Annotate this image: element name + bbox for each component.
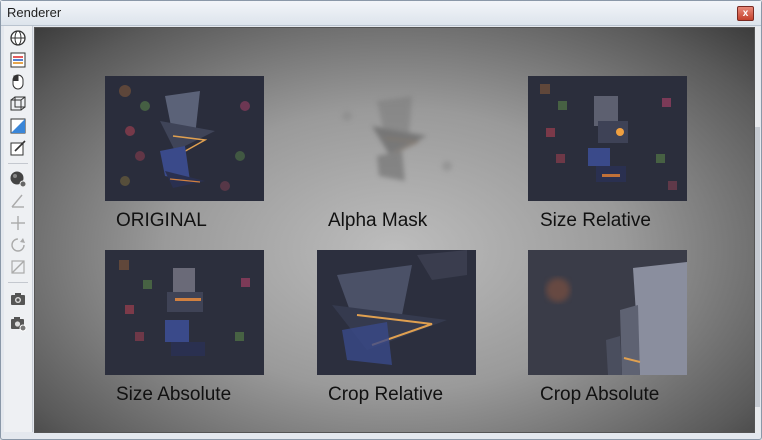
scrollbar-thumb[interactable] — [755, 127, 760, 407]
alpha-mask-thumbnail[interactable] — [317, 76, 476, 201]
panel-label-size-relative: Size Relative — [540, 210, 651, 231]
scale-icon[interactable] — [9, 258, 27, 276]
toolbar-separator — [8, 163, 28, 164]
original-render-thumbnail[interactable] — [105, 76, 264, 201]
angle-icon[interactable] — [9, 192, 27, 210]
layer-list-icon[interactable] — [9, 51, 27, 69]
panel-label-crop-absolute: Crop Absolute — [540, 384, 660, 405]
rotate-icon[interactable] — [9, 236, 27, 254]
move-cross-icon[interactable] — [9, 214, 27, 232]
gradient-square-icon[interactable] — [9, 117, 27, 135]
window-title: Renderer — [7, 5, 62, 20]
panel-label-size-absolute: Size Absolute — [116, 384, 232, 405]
panel-label-alpha-mask: Alpha Mask — [328, 210, 428, 231]
cube-icon[interactable] — [9, 95, 27, 113]
edit-square-icon[interactable] — [9, 139, 27, 157]
crop-absolute-thumbnail[interactable] — [528, 250, 687, 375]
close-button[interactable]: x — [737, 6, 754, 21]
vertical-scrollbar[interactable] — [755, 27, 760, 433]
size-absolute-thumbnail[interactable] — [105, 250, 264, 375]
title-bar[interactable]: Renderer x — [1, 1, 761, 26]
mouse-icon[interactable] — [9, 73, 27, 91]
camera-icon[interactable] — [9, 290, 27, 308]
camera-settings-icon[interactable] — [9, 314, 27, 332]
crop-relative-thumbnail[interactable] — [317, 250, 476, 375]
panel-label-crop-relative: Crop Relative — [328, 384, 444, 405]
render-viewport[interactable]: ORIGINAL Alpha Mask Size Relative Size A… — [34, 27, 755, 433]
tool-strip — [4, 26, 33, 432]
size-relative-thumbnail[interactable] — [528, 76, 687, 201]
render-sphere-icon[interactable] — [9, 170, 27, 188]
globe-icon[interactable] — [9, 29, 27, 47]
toolbar-separator — [8, 282, 28, 283]
panel-label-original: ORIGINAL — [116, 210, 207, 231]
